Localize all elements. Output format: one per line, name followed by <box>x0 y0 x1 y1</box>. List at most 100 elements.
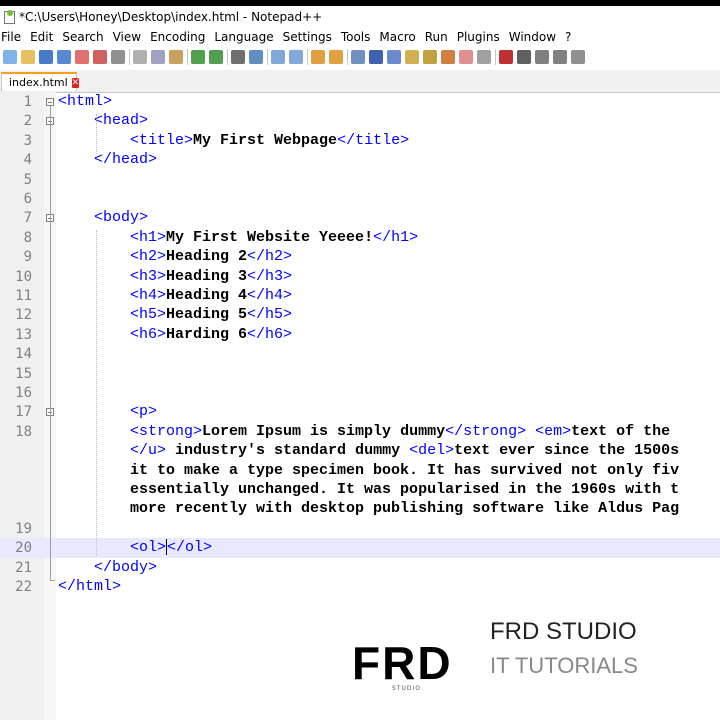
html-tag-token: <p> <box>130 403 158 421</box>
text-token: Harding 6 <box>166 325 248 343</box>
user-language-icon[interactable] <box>405 50 419 64</box>
code-line[interactable]: 3 <title>My First Webpage</title> <box>0 131 720 151</box>
find-icon[interactable] <box>231 50 245 64</box>
sync-horizontal-icon[interactable] <box>329 50 343 64</box>
record-macro-icon[interactable] <box>499 50 513 64</box>
code-line[interactable]: 17 <p> <box>0 402 720 422</box>
menu-tools[interactable]: Tools <box>341 30 371 44</box>
menu-settings[interactable]: Settings <box>283 30 332 44</box>
save-all-icon[interactable] <box>57 50 71 64</box>
menu-edit[interactable]: Edit <box>30 30 53 44</box>
sync-vertical-icon[interactable] <box>311 50 325 64</box>
code-line[interactable]: 5 <box>0 170 720 190</box>
play-macro-icon[interactable] <box>535 50 549 64</box>
menu-file[interactable]: File <box>1 30 21 44</box>
show-all-characters-icon[interactable] <box>369 50 383 64</box>
indent-guide-icon[interactable] <box>387 50 401 64</box>
html-tag-token: <h1> <box>130 228 167 246</box>
html-tag-token: </head> <box>94 151 158 169</box>
code-line[interactable]: 14 <box>0 344 720 364</box>
toolbar-separator <box>187 49 188 65</box>
zoom-in-icon[interactable] <box>271 50 285 64</box>
code-line[interactable]: 9 <h2>Heading 2</h2> <box>0 247 720 267</box>
code-line[interactable]: 7 <body> <box>0 208 720 228</box>
code-line[interactable]: 11 <h4>Heading 4</h4> <box>0 286 720 306</box>
text-token: it to make a type specimen book. It has … <box>130 461 680 479</box>
code-line[interactable]: 8 <h1>My First Website Yeeee!</h1> <box>0 228 720 248</box>
html-tag-token: </h6> <box>247 325 293 343</box>
stop-macro-icon[interactable] <box>517 50 531 64</box>
code-line[interactable]: 2 <head> <box>0 111 720 131</box>
code-line[interactable]: 19 <box>0 519 720 539</box>
code-text: <body> <box>58 208 148 228</box>
line-number: 21 <box>15 559 32 576</box>
toolbar-separator <box>227 49 228 65</box>
menu-macro[interactable]: Macro <box>379 30 415 44</box>
code-line[interactable]: 4 </head> <box>0 150 720 170</box>
cut-icon[interactable] <box>133 50 147 64</box>
print-icon[interactable] <box>111 50 125 64</box>
menu-window[interactable]: Window <box>509 30 556 44</box>
function-list-icon[interactable] <box>441 50 455 64</box>
code-line-wrapped[interactable]: essentially unchanged. It was popularise… <box>0 480 720 500</box>
code-line[interactable]: 20 <ol></ol> <box>0 538 720 559</box>
new-file-icon[interactable] <box>3 50 17 64</box>
doc-map-icon[interactable] <box>423 50 437 64</box>
code-line-wrapped[interactable]: it to make a type specimen book. It has … <box>0 461 720 481</box>
code-line[interactable]: 1 <html> <box>0 92 720 112</box>
code-text: <h6>Harding 6</h6> <box>58 325 292 345</box>
code-line[interactable]: 22 </html> <box>0 577 720 597</box>
close-tab-icon[interactable]: ✕ <box>71 77 80 88</box>
code-line-wrapped[interactable]: more recently with desktop publishing so… <box>0 499 720 519</box>
text-token: Heading 3 <box>166 267 248 285</box>
toolbar-separator <box>347 49 348 65</box>
folder-workspace-icon[interactable] <box>459 50 473 64</box>
menu-encoding[interactable]: Encoding <box>150 30 205 44</box>
html-tag-token: <h2> <box>130 248 167 266</box>
code-line[interactable]: 15 <box>0 364 720 384</box>
menu-search[interactable]: Search <box>62 30 103 44</box>
code-line[interactable]: 21 </body> <box>0 558 720 578</box>
monitoring-icon[interactable] <box>477 50 491 64</box>
logo-text: FRD <box>352 637 453 689</box>
word-wrap-icon[interactable] <box>351 50 365 64</box>
save-icon[interactable] <box>39 50 53 64</box>
fold-toggle-icon[interactable] <box>46 98 54 106</box>
replace-icon[interactable] <box>249 50 263 64</box>
line-number: 9 <box>23 249 32 266</box>
code-line-wrapped[interactable]: </u> industry's standard dummy <del>text… <box>0 441 720 461</box>
undo-icon[interactable] <box>191 50 205 64</box>
code-line[interactable]: 18 <strong>Lorem Ipsum is simply dummy</… <box>0 422 720 442</box>
close-all-icon[interactable] <box>93 50 107 64</box>
open-file-icon[interactable] <box>21 50 35 64</box>
logo-subtext: STUDIO <box>392 685 421 692</box>
close-icon[interactable] <box>75 50 89 64</box>
code-text: <h4>Heading 4</h4> <box>58 286 292 306</box>
text-token: My First Webpage <box>193 131 338 149</box>
save-macro-icon[interactable] <box>571 50 585 64</box>
menu-run[interactable]: Run <box>425 30 448 44</box>
html-tag-token: <em> <box>535 422 572 440</box>
zoom-out-icon[interactable] <box>289 50 303 64</box>
tab-index-html[interactable]: index.html ✕ <box>1 72 80 91</box>
code-text: <h1>My First Website Yeeee!</h1> <box>58 228 418 248</box>
redo-icon[interactable] <box>209 50 223 64</box>
run-macro-multiple-icon[interactable] <box>553 50 567 64</box>
line-number: 22 <box>15 579 32 595</box>
menu-view[interactable]: View <box>113 30 141 44</box>
copy-icon[interactable] <box>151 50 165 64</box>
menu-plugins[interactable]: Plugins <box>457 30 500 44</box>
code-line[interactable]: 12 <h5>Heading 5</h5> <box>0 305 720 325</box>
paste-icon[interactable] <box>169 50 183 64</box>
code-line[interactable]: 16 <box>0 383 720 403</box>
code-line[interactable]: 10 <h3>Heading 3</h3> <box>0 267 720 287</box>
code-line[interactable]: 6 <box>0 189 720 209</box>
code-line[interactable]: 13 <h6>Harding 6</h6> <box>0 325 720 345</box>
menu-help[interactable]: ? <box>565 30 571 44</box>
menu-language[interactable]: Language <box>214 30 273 44</box>
html-tag-token: <title> <box>130 131 194 149</box>
notepadpp-app-icon <box>3 10 15 24</box>
